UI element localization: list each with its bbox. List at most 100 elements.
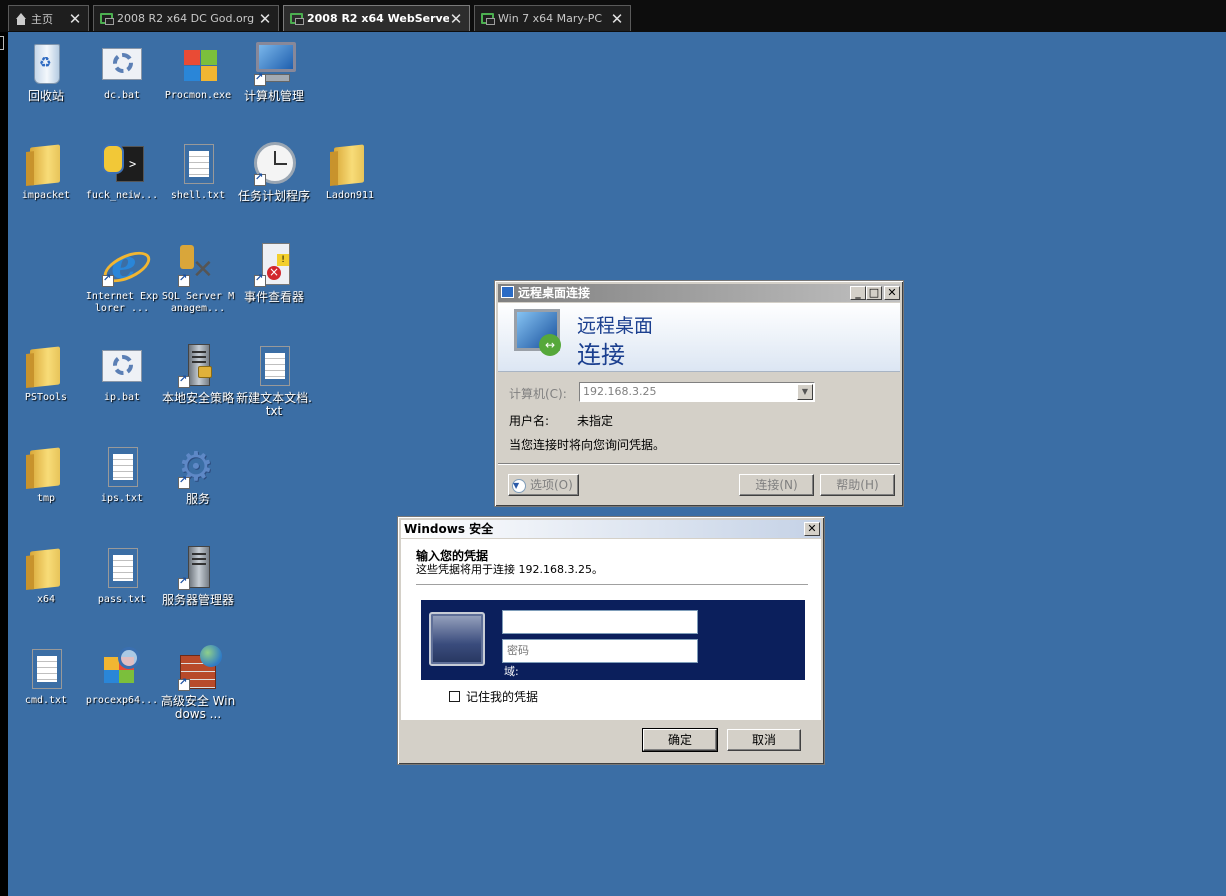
options-label: 选项(O) <box>530 478 573 492</box>
console-left-edge <box>0 32 8 896</box>
close-icon[interactable]: ✕ <box>68 10 82 28</box>
desktop-icon-new-text-doc[interactable]: 新建文本文档.txt <box>236 342 312 418</box>
ok-button[interactable]: 确定 <box>642 728 718 752</box>
desktop-icon-ip-bat[interactable]: ip.bat <box>84 342 160 404</box>
minimize-button[interactable]: _ <box>850 286 866 300</box>
desktop-icon-label: procexp64... <box>85 695 159 706</box>
security-body: 输入您的凭据 这些凭据将用于连接 192.168.3.25。 域: 记住我的凭据 <box>401 539 821 720</box>
connect-button[interactable]: 连接(N) <box>739 474 814 496</box>
desktop-icon-label: shell.txt <box>170 190 226 201</box>
rdp-separator <box>498 463 900 465</box>
desktop-icon-ips-txt[interactable]: ips.txt <box>84 443 160 505</box>
sql-server-icon: ✕ <box>174 241 222 289</box>
desktop-icon-label: fuck_neiw... <box>85 190 159 201</box>
tab-win7-mary[interactable]: Win 7 x64 Mary-PC ✕ <box>474 5 631 31</box>
desktop-icon-impacket[interactable]: impacket <box>8 140 84 202</box>
internet-explorer-icon: e <box>98 241 146 289</box>
folder-icon <box>22 342 70 390</box>
desktop-icon-label: 服务器管理器 <box>161 593 234 607</box>
close-button[interactable]: ✕ <box>884 286 900 300</box>
security-titlebar[interactable]: Windows 安全 ✕ <box>401 520 821 538</box>
desktop-icon-sql-server[interactable]: ✕ SQL Server Managem... <box>160 241 236 315</box>
rdp-app-icon <box>501 286 514 298</box>
credential-tile: 域: <box>421 600 805 680</box>
close-icon[interactable]: ✕ <box>258 10 272 28</box>
help-button[interactable]: 帮助(H) <box>820 474 895 496</box>
password-field[interactable] <box>502 639 698 663</box>
options-button[interactable]: ▼ 选项(O) <box>508 474 579 496</box>
batch-file-icon <box>98 342 146 390</box>
desktop-icon-label: Ladon911 <box>325 190 375 201</box>
chevron-down-icon[interactable]: ▼ <box>797 384 813 400</box>
user-avatar-icon <box>429 612 485 666</box>
domain-label: 域: <box>504 665 519 678</box>
home-icon <box>15 12 27 25</box>
vm-tab-bar: 主页 ✕ 2008 R2 x64 DC God.org ✕ 2008 R2 x6… <box>0 0 1226 32</box>
remote-desktop-icon <box>514 309 561 356</box>
tab-webserver[interactable]: 2008 R2 x64 WebServer ✕ <box>283 5 470 31</box>
desktop-icon-label: dc.bat <box>103 90 141 101</box>
text-file-icon <box>174 140 222 188</box>
desktop-icon-event-viewer[interactable]: 事件查看器 <box>236 241 312 304</box>
tab-label: Win 7 x64 Mary-PC <box>498 12 603 25</box>
desktop-icon-label: 本地安全策略 <box>161 391 234 405</box>
desktop-icon-ladon911[interactable]: Ladon911 <box>312 140 388 202</box>
desktop-icon-advanced-firewall[interactable]: 高级安全 Windows ... <box>160 645 236 721</box>
desktop-icon-label: SQL Server Managem... <box>161 291 235 314</box>
python-file-icon: > <box>98 140 146 188</box>
desktop-icon-label: 事件查看器 <box>243 290 304 304</box>
desktop-icon-pstools[interactable]: PSTools <box>8 342 84 404</box>
desktop-icon-dc-bat[interactable]: dc.bat <box>84 40 160 102</box>
process-explorer-icon <box>98 645 146 693</box>
rdp-banner-title: 远程桌面 <box>577 315 654 337</box>
desktop-icon-label: 任务计划程序 <box>237 189 310 203</box>
tab-home[interactable]: 主页 ✕ <box>8 5 89 31</box>
desktop-icon-procmon[interactable]: Procmon.exe <box>160 40 236 102</box>
rdp-titlebar[interactable]: 远程桌面连接 _ □ ✕ <box>498 284 900 302</box>
desktop-icon-tmp[interactable]: tmp <box>8 443 84 505</box>
desktop-icon-fuck-neiw[interactable]: > fuck_neiw... <box>84 140 160 202</box>
desktop-icon-services[interactable]: ⚙ 服务 <box>160 443 236 506</box>
desktop-icon-shell-txt[interactable]: shell.txt <box>160 140 236 202</box>
cancel-button[interactable]: 取消 <box>727 729 801 751</box>
tab-dc-god[interactable]: 2008 R2 x64 DC God.org ✕ <box>93 5 279 31</box>
folder-icon <box>22 140 70 188</box>
computer-combobox[interactable]: 192.168.3.25 ▼ <box>579 382 815 402</box>
local-security-policy-icon <box>174 342 222 390</box>
desktop-icon-cmd-txt[interactable]: cmd.txt <box>8 645 84 707</box>
remote-desktop-dialog: 远程桌面连接 _ □ ✕ 远程桌面 连接 计算机(C): 192.168.3.2… <box>494 280 904 507</box>
desktop-icon-x64[interactable]: x64 <box>8 544 84 606</box>
close-button[interactable]: ✕ <box>804 522 820 536</box>
desktop-icon-procexp64[interactable]: procexp64... <box>84 645 160 707</box>
username-field[interactable] <box>502 610 698 634</box>
desktop-icon-label: impacket <box>21 190 71 201</box>
remember-label: 记住我的凭据 <box>466 690 539 704</box>
vm-icon <box>100 13 114 25</box>
desktop-icon-label: 计算机管理 <box>243 89 304 103</box>
desktop-icon-label: x64 <box>36 594 56 605</box>
credential-prompt-text: 当您连接时将向您询问凭据。 <box>509 438 666 452</box>
desktop-icon-label: tmp <box>36 493 56 504</box>
chevron-down-icon: ▼ <box>512 478 526 493</box>
computer-value: 192.168.3.25 <box>583 385 657 398</box>
batch-file-icon <box>98 40 146 88</box>
desktop-icon-label: Internet Explorer ... <box>85 291 159 314</box>
desktop-icon-server-manager[interactable]: 服务器管理器 <box>160 544 236 607</box>
desktop-icon-label: 服务 <box>185 492 210 506</box>
desktop-icon-local-security-policy[interactable]: 本地安全策略 <box>160 342 236 405</box>
desktop-icon-internet-explorer[interactable]: e Internet Explorer ... <box>84 241 160 315</box>
remember-checkbox[interactable] <box>449 691 460 702</box>
event-viewer-icon <box>250 241 298 289</box>
desktop-icon-label: 高级安全 Windows ... <box>160 694 236 721</box>
close-icon[interactable]: ✕ <box>610 10 624 28</box>
close-icon[interactable]: ✕ <box>449 10 463 28</box>
desktop-icon-computer-management[interactable]: 计算机管理 <box>236 40 312 103</box>
sidebar-toggle-handle[interactable] <box>0 36 4 50</box>
maximize-button[interactable]: □ <box>866 286 882 300</box>
desktop-icon-recycle-bin[interactable]: 回收站 <box>8 40 84 103</box>
text-file-icon <box>98 443 146 491</box>
desktop-icon-task-scheduler[interactable]: 任务计划程序 <box>236 140 312 203</box>
desktop-icon-pass-txt[interactable]: pass.txt <box>84 544 160 606</box>
text-file-icon <box>22 645 70 693</box>
remember-credentials[interactable]: 记住我的凭据 <box>449 688 538 705</box>
